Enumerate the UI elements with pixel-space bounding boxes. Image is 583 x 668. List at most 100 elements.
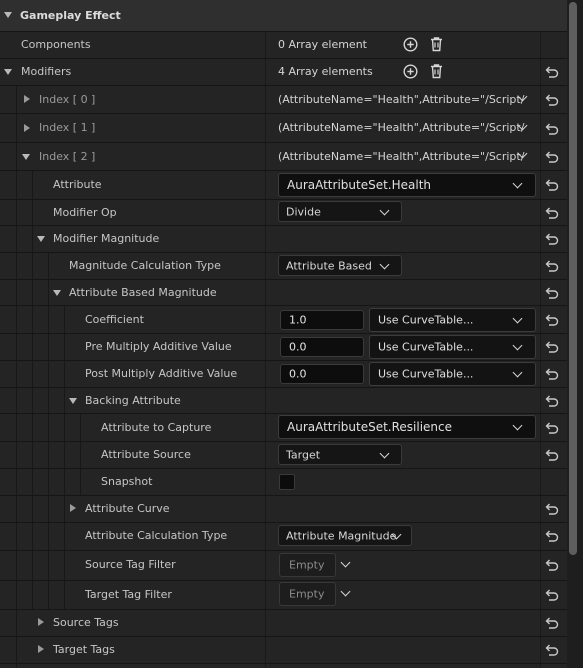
- row-target-tag-filter: Target Tag Filter Empty: [0, 581, 567, 609]
- attribute-source-value: Target: [286, 448, 321, 461]
- row-source-tags[interactable]: Source Tags: [0, 610, 567, 636]
- row-index-1[interactable]: Index [ 1 ] (AttributeName="Health",Attr…: [0, 114, 567, 142]
- reset-to-default-icon[interactable]: [545, 341, 559, 353]
- attribute-source-dropdown[interactable]: Target: [278, 444, 402, 465]
- post-multiply-input[interactable]: 0.0: [280, 364, 364, 384]
- row-attribute: Attribute AuraAttributeSet.Health: [0, 171, 567, 199]
- row-backing-attribute[interactable]: Backing Attribute: [0, 388, 567, 413]
- curve-table-picker[interactable]: Use CurveTable...: [369, 335, 536, 359]
- source-tag-filter-box[interactable]: Empty: [279, 553, 336, 577]
- pre-multiply-label: Pre Multiply Additive Value: [85, 340, 232, 353]
- curve-table-picker[interactable]: Use CurveTable...: [369, 362, 536, 386]
- add-element-icon[interactable]: [403, 37, 418, 52]
- row-index-0[interactable]: Index [ 0 ] (AttributeName="Health",Attr…: [0, 86, 567, 113]
- reset-to-default-icon[interactable]: [545, 503, 559, 515]
- reset-to-default-icon[interactable]: [545, 314, 559, 326]
- pre-multiply-input[interactable]: 0.0: [280, 337, 364, 357]
- row-index-2[interactable]: Index [ 2 ] (AttributeName="Health",Attr…: [0, 143, 567, 170]
- row-modifier-op: Modifier Op Divide: [0, 200, 567, 225]
- row-target-tags[interactable]: Target Tags: [0, 637, 567, 663]
- modifier-op-value: Divide: [286, 205, 321, 218]
- reset-to-default-icon[interactable]: [545, 123, 559, 135]
- attribute-calc-type-dropdown[interactable]: Attribute Magnitude: [278, 525, 412, 546]
- collapse-triangle-icon[interactable]: [22, 154, 30, 160]
- row-coefficient: Coefficient 1.0 Use CurveTable...: [0, 306, 567, 333]
- attribute-calc-type-value: Attribute Magnitude: [286, 529, 397, 542]
- row-attribute-curve[interactable]: Attribute Curve: [0, 496, 567, 522]
- index-value: (AttributeName="Health",Attribute="/Scri…: [278, 150, 525, 163]
- trash-icon[interactable]: [429, 36, 444, 52]
- attribute-based-magnitude-label: Attribute Based Magnitude: [69, 286, 217, 299]
- reset-to-default-icon[interactable]: [545, 644, 559, 656]
- index-label: Index [ 1 ]: [39, 121, 96, 134]
- reset-to-default-icon[interactable]: [545, 66, 559, 78]
- reset-to-default-icon[interactable]: [545, 94, 559, 106]
- row-modifier-magnitude[interactable]: Modifier Magnitude: [0, 226, 567, 252]
- coefficient-input[interactable]: 1.0: [280, 310, 364, 330]
- expand-triangle-icon[interactable]: [38, 618, 44, 626]
- modifiers-label: Modifiers: [21, 65, 72, 78]
- attribute-value: AuraAttributeSet.Health: [287, 178, 432, 192]
- reset-to-default-icon[interactable]: [545, 151, 559, 163]
- collapse-triangle-icon[interactable]: [4, 69, 12, 75]
- reset-to-default-icon[interactable]: [545, 179, 559, 191]
- reset-to-default-icon[interactable]: [545, 395, 559, 407]
- expand-triangle-icon[interactable]: [70, 504, 76, 512]
- pre-multiply-value: 0.0: [289, 340, 307, 354]
- post-multiply-label: Post Multiply Additive Value: [85, 367, 238, 380]
- reset-to-default-icon[interactable]: [545, 287, 559, 299]
- row-modifiers[interactable]: Modifiers 4 Array elements: [0, 59, 567, 85]
- chevron-down-icon: [512, 367, 523, 378]
- chevron-down-icon[interactable]: [512, 178, 523, 189]
- components-count: 0 Array element: [278, 38, 367, 51]
- trash-icon[interactable]: [429, 63, 444, 79]
- attribute-picker[interactable]: AuraAttributeSet.Health: [278, 173, 536, 197]
- target-tag-filter-label: Target Tag Filter: [85, 588, 172, 601]
- target-tags-label: Target Tags: [53, 643, 115, 656]
- reset-to-default-icon[interactable]: [545, 530, 559, 542]
- row-components: Components 0 Array element: [0, 32, 567, 58]
- snapshot-checkbox[interactable]: [279, 474, 295, 490]
- scrollbar-thumb[interactable]: [569, 2, 577, 555]
- reset-to-default-icon[interactable]: [545, 368, 559, 380]
- target-tag-filter-box[interactable]: Empty: [279, 582, 336, 606]
- chevron-down-icon[interactable]: [512, 420, 523, 431]
- reset-to-default-icon[interactable]: [545, 207, 559, 219]
- chevron-down-icon: [512, 313, 523, 324]
- section-title: Gameplay Effect: [20, 9, 121, 22]
- modifier-op-dropdown[interactable]: Divide: [278, 201, 402, 222]
- index-label: Index [ 0 ]: [39, 93, 96, 106]
- reset-to-default-icon[interactable]: [545, 260, 559, 272]
- chevron-down-icon: [512, 340, 523, 351]
- attribute-curve-label: Attribute Curve: [85, 502, 170, 515]
- section-header[interactable]: Gameplay Effect: [0, 0, 567, 31]
- collapse-triangle-icon[interactable]: [69, 398, 77, 404]
- expand-triangle-icon[interactable]: [24, 95, 30, 103]
- modifier-magnitude-label: Modifier Magnitude: [53, 232, 160, 245]
- attribute-to-capture-picker[interactable]: AuraAttributeSet.Resilience: [278, 415, 536, 439]
- add-element-icon[interactable]: [403, 64, 418, 79]
- expand-triangle-icon[interactable]: [38, 645, 44, 653]
- collapse-triangle-icon[interactable]: [53, 290, 61, 296]
- reset-to-default-icon[interactable]: [545, 559, 559, 571]
- row-source-tag-filter: Source Tag Filter Empty: [0, 551, 567, 580]
- row-magnitude-calc-type: Magnitude Calculation Type Attribute Bas…: [0, 253, 567, 279]
- collapse-triangle-icon[interactable]: [37, 236, 45, 242]
- reset-to-default-icon[interactable]: [545, 422, 559, 434]
- curve-table-picker[interactable]: Use CurveTable...: [369, 308, 536, 332]
- reset-to-default-icon[interactable]: [545, 617, 559, 629]
- row-attribute-based-magnitude[interactable]: Attribute Based Magnitude: [0, 280, 567, 305]
- reset-to-default-icon[interactable]: [545, 449, 559, 461]
- expand-triangle-icon[interactable]: [24, 124, 30, 132]
- reset-to-default-icon[interactable]: [545, 233, 559, 245]
- chevron-down-icon[interactable]: [340, 557, 351, 568]
- target-tag-filter-value: Empty: [289, 587, 325, 601]
- chevron-down-icon[interactable]: [340, 586, 351, 597]
- chevron-down-icon: [379, 259, 390, 270]
- magnitude-calc-type-label: Magnitude Calculation Type: [69, 259, 221, 272]
- chevron-down-icon: [379, 448, 390, 459]
- magnitude-calc-type-dropdown[interactable]: Attribute Based: [278, 255, 402, 276]
- reset-to-default-icon[interactable]: [545, 589, 559, 601]
- chevron-down-icon: [379, 205, 390, 216]
- collapse-triangle-icon[interactable]: [4, 12, 12, 18]
